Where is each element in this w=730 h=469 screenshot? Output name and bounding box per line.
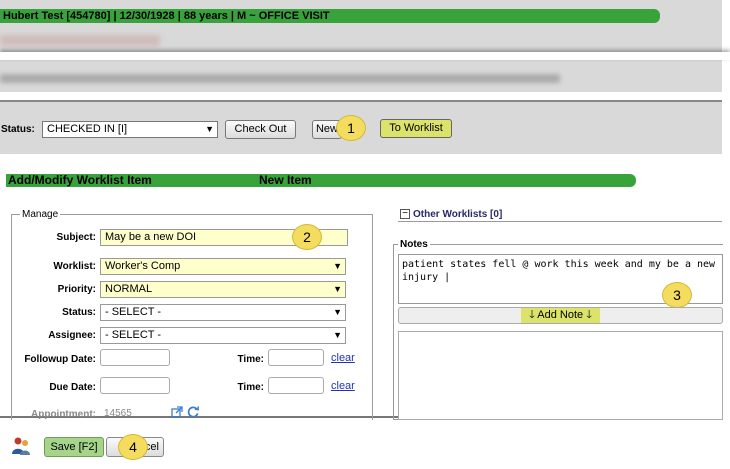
priority-label: Priority: bbox=[57, 284, 96, 295]
chevron-down-icon: ▼ bbox=[333, 261, 342, 271]
external-link-icon[interactable] bbox=[171, 406, 183, 418]
refresh-icon[interactable] bbox=[187, 405, 200, 418]
chevron-down-icon: ▼ bbox=[333, 307, 342, 317]
assignee-label: Assignee: bbox=[48, 330, 96, 341]
check-out-button[interactable]: Check Out bbox=[225, 120, 296, 139]
followup-date-input[interactable] bbox=[100, 349, 170, 366]
obscured-line bbox=[0, 74, 560, 83]
add-note-label: Add Note bbox=[537, 309, 584, 321]
step-callout-2: 2 bbox=[292, 224, 322, 250]
other-worklists-label[interactable]: Other Worklists [0] bbox=[413, 209, 502, 220]
panel-title: Add/Modify Worklist Item bbox=[8, 173, 152, 187]
priority-select-value: NORMAL bbox=[105, 283, 153, 295]
panel-header: Add/Modify Worklist Item New Item bbox=[6, 174, 636, 187]
due-date-input[interactable] bbox=[100, 377, 170, 394]
item-status-label: Status: bbox=[62, 307, 96, 318]
torn-edge bbox=[0, 52, 730, 60]
followup-date-label: Followup Date: bbox=[24, 354, 96, 365]
chevron-down-icon: ▼ bbox=[333, 284, 342, 294]
worklist-select-value: Worker's Comp bbox=[105, 260, 181, 272]
manage-legend: Manage bbox=[20, 209, 61, 220]
status-select[interactable]: CHECKED IN [I] ▼ bbox=[42, 121, 218, 138]
followup-clear-link[interactable]: clear bbox=[331, 352, 355, 364]
people-icon bbox=[12, 437, 30, 455]
obscured-text bbox=[0, 35, 160, 46]
worklist-select[interactable]: Worker's Comp ▼ bbox=[100, 258, 346, 275]
due-time-input[interactable] bbox=[268, 377, 324, 394]
collapse-toggle-icon[interactable]: − bbox=[400, 209, 410, 219]
priority-select[interactable]: NORMAL ▼ bbox=[100, 281, 346, 298]
followup-time-label: Time: bbox=[237, 354, 265, 365]
subject-label: Subject: bbox=[56, 232, 96, 243]
chevron-down-icon: ▼ bbox=[205, 124, 214, 134]
followup-time-input[interactable] bbox=[268, 349, 324, 366]
step-callout-4: 4 bbox=[118, 434, 148, 460]
add-note-button[interactable]: 🡓 Add Note 🡓 bbox=[398, 307, 723, 324]
notes-history-list bbox=[398, 331, 723, 420]
patient-header-bar: Hubert Test [454780] | 12/30/1928 | 88 y… bbox=[0, 9, 660, 23]
due-time-label: Time: bbox=[237, 382, 265, 393]
save-button[interactable]: Save [F2] bbox=[44, 437, 104, 457]
item-status-select-value: - SELECT - bbox=[105, 306, 162, 318]
step-callout-3: 3 bbox=[662, 282, 692, 308]
item-status-select[interactable]: - SELECT - ▼ bbox=[100, 304, 346, 321]
due-clear-link[interactable]: clear bbox=[331, 380, 355, 392]
status-label: Status: bbox=[1, 124, 35, 135]
appointment-label: Appointment: bbox=[31, 409, 96, 420]
add-note-content: 🡓 Add Note 🡓 bbox=[521, 308, 600, 323]
to-worklist-button[interactable]: To Worklist bbox=[380, 119, 452, 138]
assignee-select-value: - SELECT - bbox=[105, 329, 162, 341]
arrow-down-icon: 🡓 bbox=[529, 309, 535, 321]
appointment-value: 14565 bbox=[104, 408, 132, 419]
step-callout-1: 1 bbox=[336, 115, 366, 141]
chevron-down-icon: ▼ bbox=[333, 330, 342, 340]
arrow-down-icon: 🡓 bbox=[586, 309, 592, 321]
status-select-value: CHECKED IN [I] bbox=[47, 123, 128, 135]
due-date-label: Due Date: bbox=[49, 382, 96, 393]
panel-subtitle: New Item bbox=[259, 173, 312, 187]
assignee-select[interactable]: - SELECT - ▼ bbox=[100, 327, 346, 344]
notes-legend: Notes bbox=[398, 239, 430, 250]
worklist-label: Worklist: bbox=[53, 261, 96, 272]
